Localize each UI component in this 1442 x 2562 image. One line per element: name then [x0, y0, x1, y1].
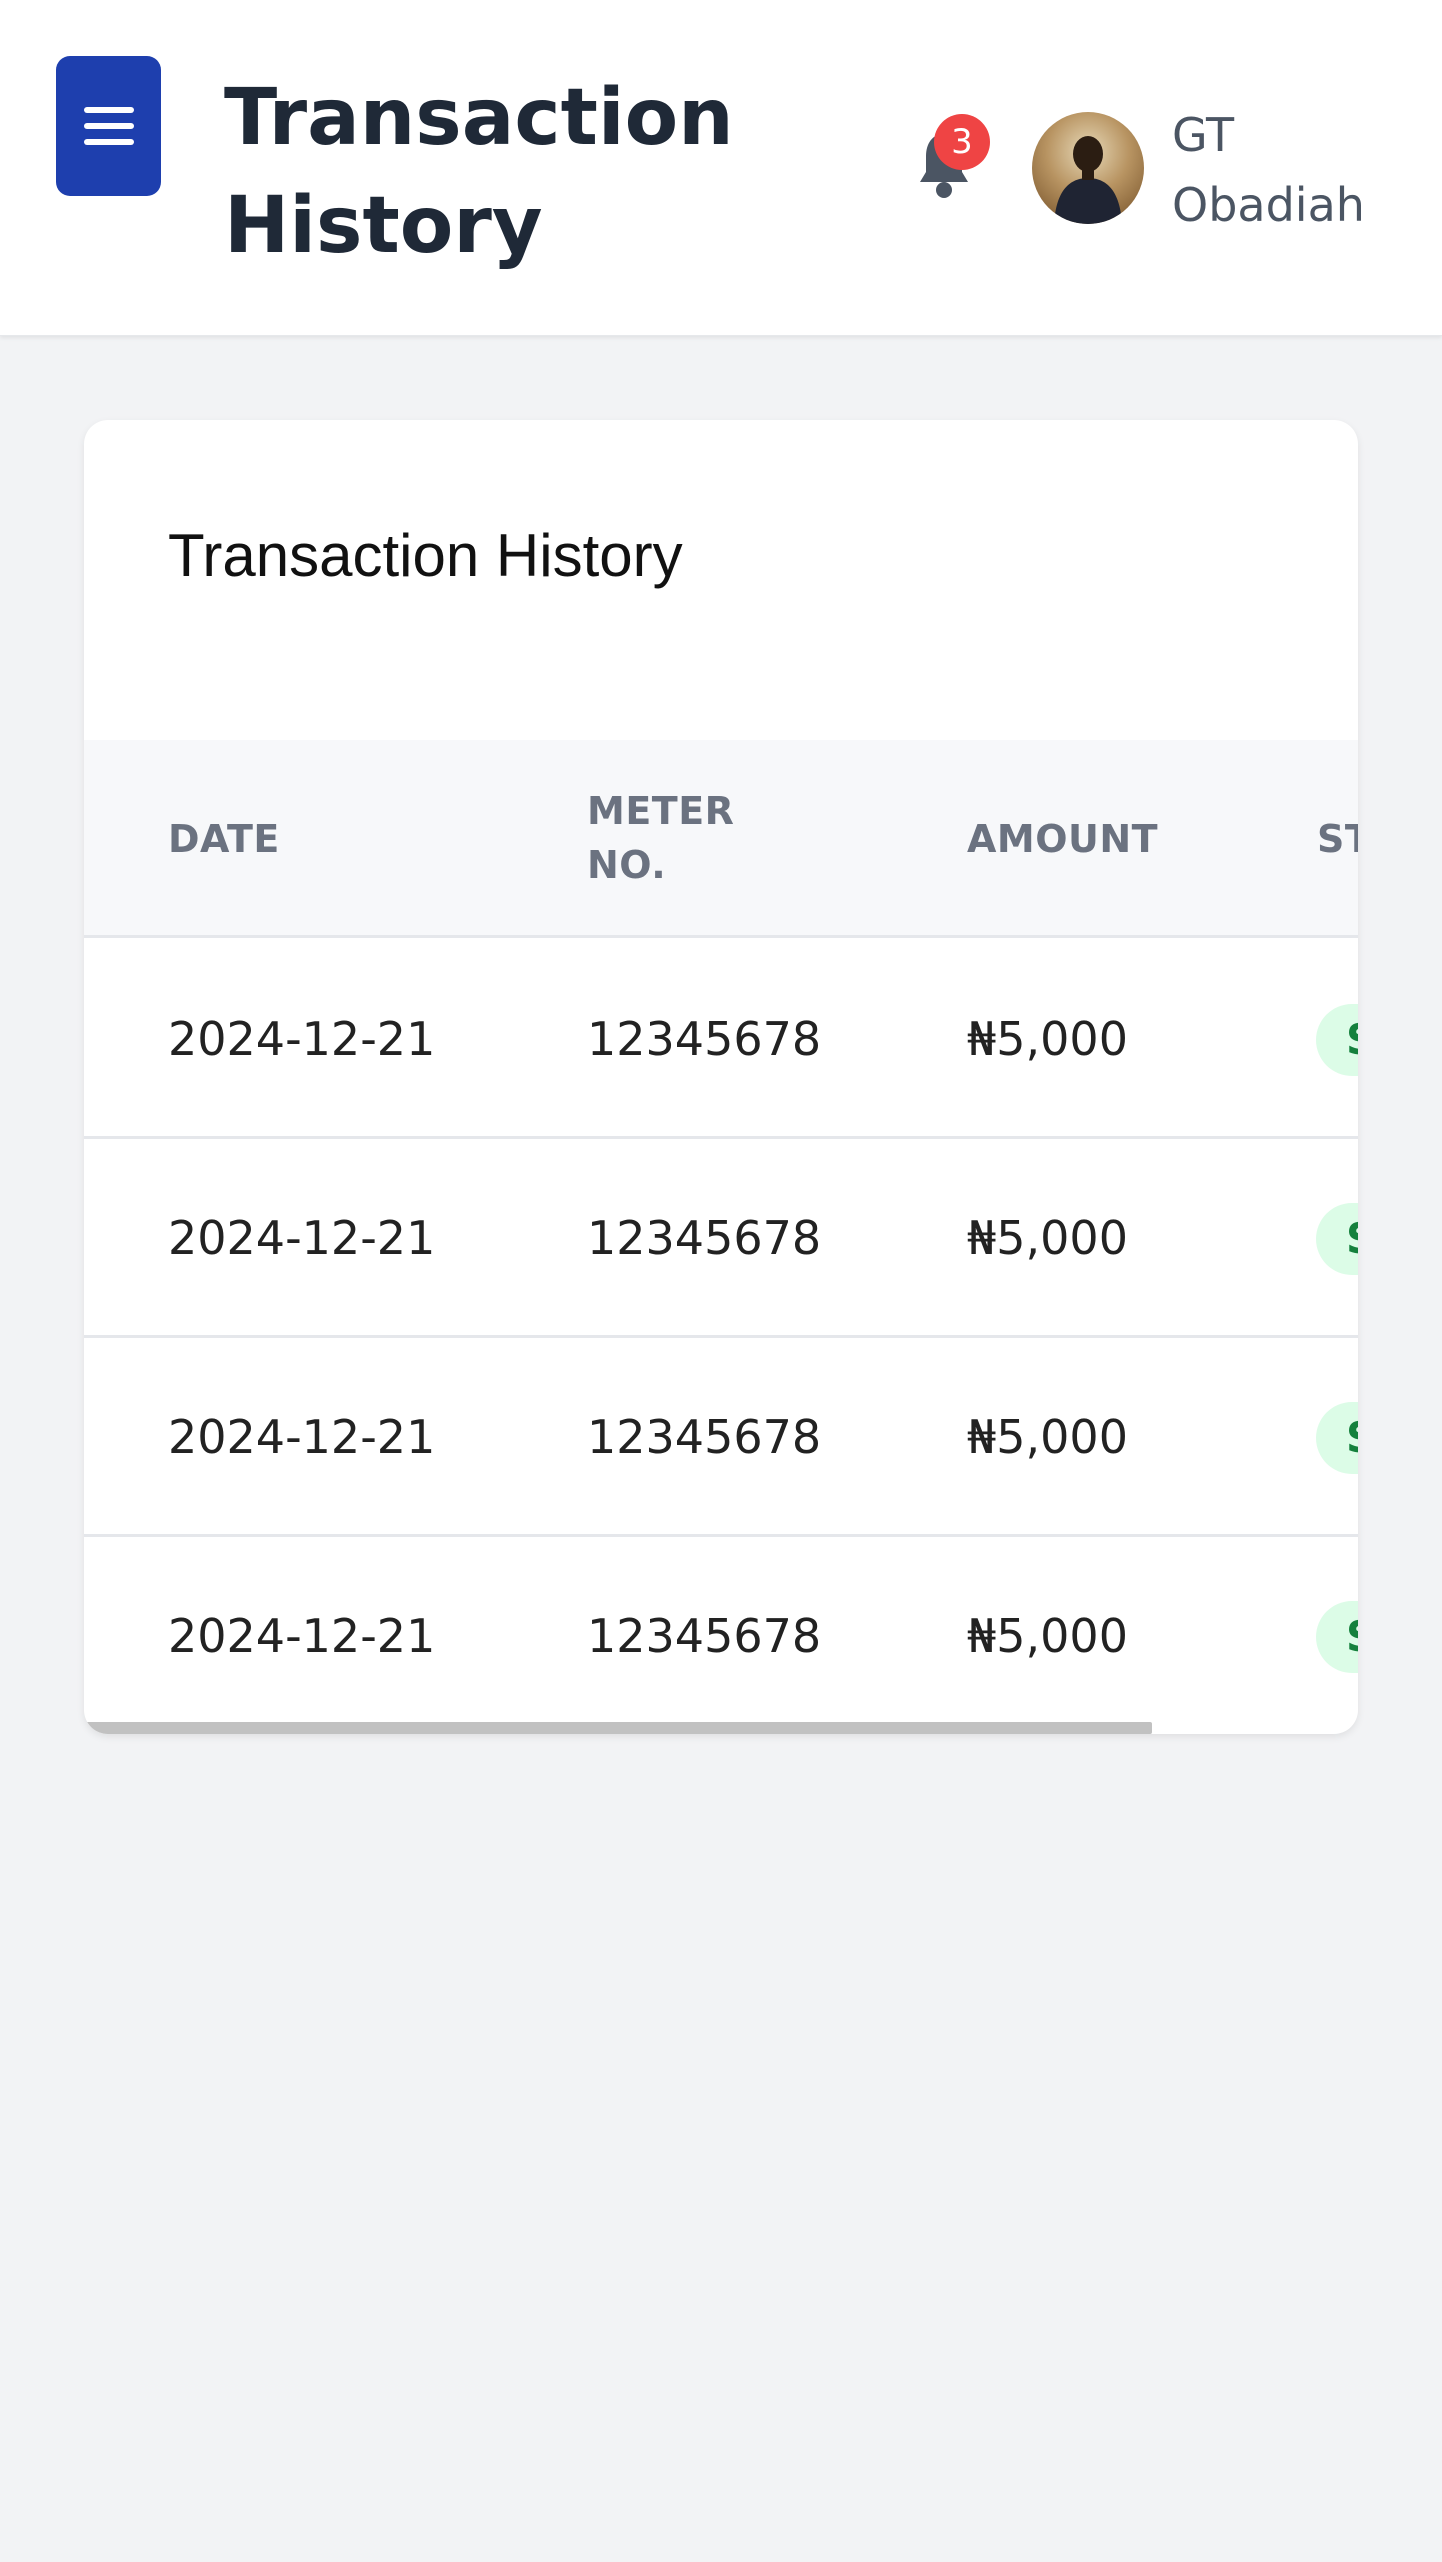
- horizontal-scrollbar[interactable]: [84, 1722, 1152, 1734]
- cell-amount: ₦5,000: [967, 1410, 1128, 1464]
- card-title: Transaction History: [168, 522, 683, 589]
- cell-date: 2024-12-21: [168, 1012, 436, 1066]
- cell-amount: ₦5,000: [967, 1211, 1128, 1265]
- column-header-meter-no: METER NO.: [587, 789, 735, 887]
- status-badge: S: [1316, 1402, 1358, 1474]
- cell-amount: ₦5,000: [967, 1609, 1128, 1663]
- cell-date: 2024-12-21: [168, 1410, 436, 1464]
- top-header: Transaction History 3 GT Obadiah: [0, 0, 1442, 336]
- column-header-amount: AMOUNT: [967, 817, 1159, 861]
- table-header: DATE METER NO. AMOUNT ST: [84, 740, 1358, 938]
- column-header-date: DATE: [168, 817, 280, 861]
- status-badge: S: [1316, 1203, 1358, 1275]
- page-title: Transaction History: [224, 73, 734, 271]
- cell-meter-no: 12345678: [587, 1609, 822, 1663]
- user-avatar-photo: [1054, 136, 1122, 224]
- cell-meter-no: 12345678: [587, 1012, 822, 1066]
- cell-meter-no: 12345678: [587, 1410, 822, 1464]
- table-row: 2024-12-21 12345678 ₦5,000 S: [84, 1338, 1358, 1537]
- table-row: 2024-12-21 12345678 ₦5,000 S: [84, 940, 1358, 1139]
- cell-meter-no: 12345678: [587, 1211, 822, 1265]
- cell-date: 2024-12-21: [168, 1609, 436, 1663]
- table-row: 2024-12-21 12345678 ₦5,000 S: [84, 1139, 1358, 1338]
- notification-count-badge: 3: [934, 114, 990, 170]
- table-row: 2024-12-21 12345678 ₦5,000 S: [84, 1537, 1358, 1734]
- status-badge: S: [1316, 1004, 1358, 1076]
- cell-date: 2024-12-21: [168, 1211, 436, 1265]
- user-name[interactable]: GT Obadiah: [1172, 100, 1422, 240]
- cell-amount: ₦5,000: [967, 1012, 1128, 1066]
- user-avatar[interactable]: [1032, 112, 1144, 224]
- column-header-status: ST: [1317, 817, 1358, 861]
- hamburger-menu-icon: [83, 107, 134, 145]
- menu-button[interactable]: [56, 56, 161, 196]
- transaction-history-card: Transaction History DATE METER NO. AMOUN…: [84, 420, 1358, 1734]
- status-badge: S: [1316, 1601, 1358, 1673]
